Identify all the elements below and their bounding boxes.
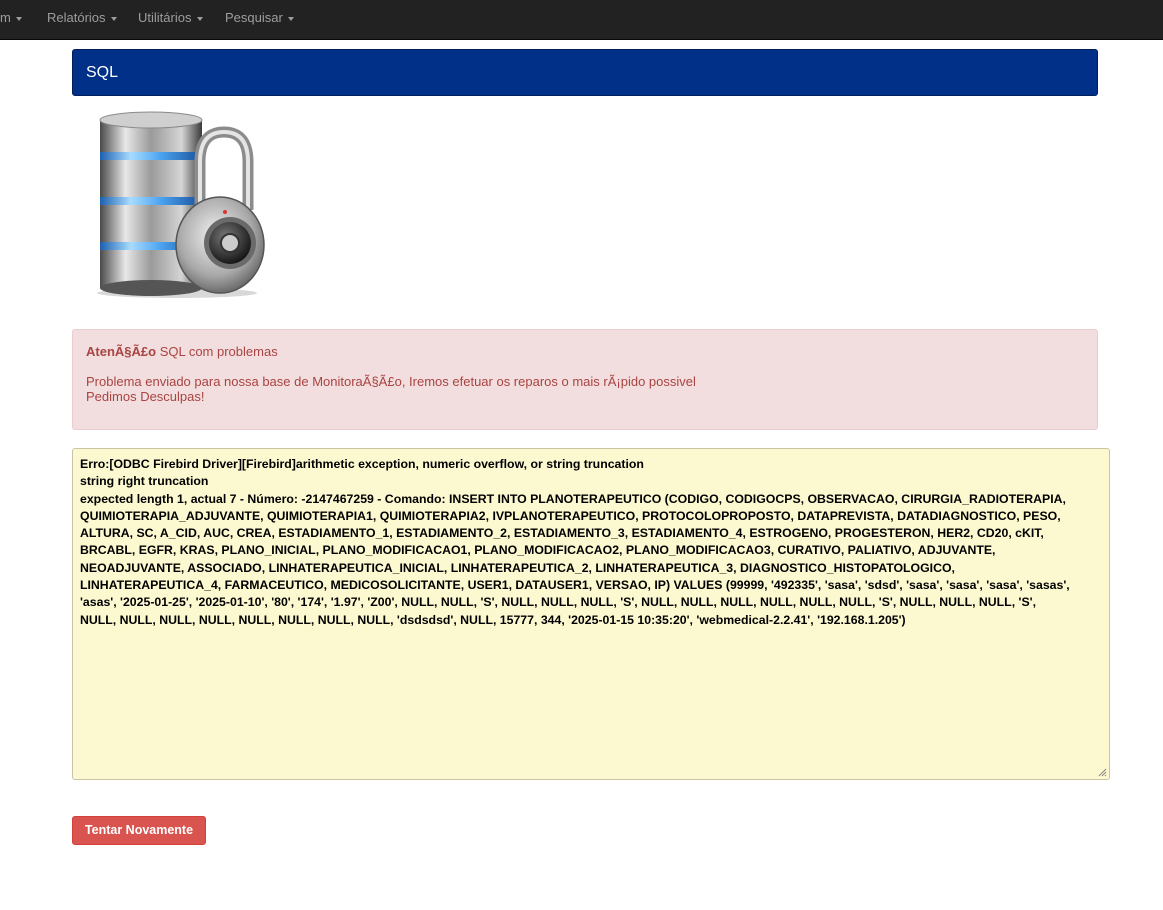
- alert-heading: AtenÃ§Ã£o SQL com problemas: [86, 344, 1084, 359]
- nav-menu-relatorios[interactable]: Relatórios: [47, 0, 118, 40]
- nav-menu-pesquisar[interactable]: Pesquisar: [225, 0, 295, 40]
- caret-down-icon: [197, 16, 204, 21]
- nav-menu-utilitarios[interactable]: Utilitários: [138, 0, 204, 40]
- alert-message: Problema enviado para nossa base de Moni…: [86, 374, 696, 389]
- alert-heading-text: SQL com problemas: [156, 344, 278, 359]
- alert-apology: Pedimos Desculpas!: [86, 389, 205, 404]
- caret-down-icon: [16, 16, 23, 21]
- database-lock-icon: [97, 111, 265, 298]
- nav-menu-label: Utilitários: [138, 10, 192, 25]
- nav-menu-label: Relatórios: [47, 10, 106, 25]
- top-navbar: m Relatórios Utilitários Pesquisar: [0, 0, 1163, 40]
- nav-menu-label: m: [0, 10, 11, 25]
- panel-title: SQL: [72, 49, 1098, 96]
- caret-down-icon: [111, 16, 118, 21]
- nav-menu-label: Pesquisar: [225, 10, 283, 25]
- nav-menu-cadastro[interactable]: m: [0, 0, 23, 40]
- alert-heading-strong: AtenÃ§Ã£o: [86, 344, 157, 359]
- caret-down-icon: [288, 16, 295, 21]
- error-details-textarea[interactable]: Erro:[ODBC Firebird Driver][Firebird]ari…: [72, 448, 1110, 780]
- resize-grip-icon[interactable]: [1098, 768, 1107, 777]
- error-details-text: Erro:[ODBC Firebird Driver][Firebird]ari…: [80, 457, 1070, 627]
- error-alert: AtenÃ§Ã£o SQL com problemas Problema env…: [72, 329, 1098, 430]
- retry-button[interactable]: Tentar Novamente: [72, 816, 206, 845]
